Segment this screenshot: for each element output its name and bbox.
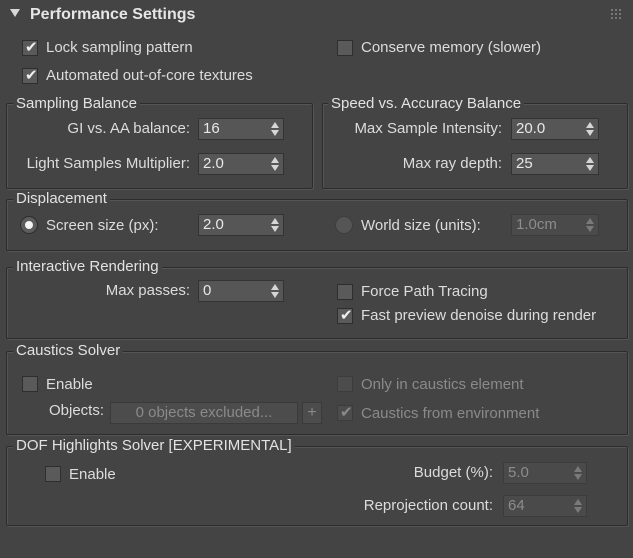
gi-aa-value: 16 [203, 120, 220, 137]
caustics-enable-label: Enable [46, 376, 93, 393]
max-passes-label: Max passes: [105, 282, 190, 299]
dof-enable-checkbox[interactable] [45, 466, 61, 482]
world-size-value: 1.0cm [516, 216, 557, 233]
conserve-memory-checkbox[interactable] [337, 40, 353, 56]
force-path-tracing-label: Force Path Tracing [361, 283, 488, 300]
caustics-enable-checkbox[interactable] [22, 376, 38, 392]
check-icon: ✔ [25, 39, 38, 56]
caustics-from-env-checkbox[interactable]: ✔ [337, 404, 353, 421]
max-ray-label: Max ray depth: [402, 155, 502, 172]
fast-preview-checkbox[interactable]: ✔ [337, 307, 353, 324]
speed-accuracy-title: Speed vs. Accuracy Balance [328, 95, 525, 113]
spinner-up-icon[interactable] [271, 157, 279, 163]
spinner-down-icon [574, 474, 582, 480]
spinner-down-icon[interactable] [271, 292, 279, 298]
world-size-label: World size (units): [361, 217, 481, 234]
panel-title: Performance Settings [30, 6, 196, 23]
spinner-up-icon[interactable] [586, 122, 594, 128]
radio-selected-dot [25, 221, 33, 229]
only-caustics-element-label: Only in caustics element [361, 376, 524, 393]
out-of-core-checkbox[interactable]: ✔ [22, 67, 38, 84]
reprojection-label: Reprojection count: [363, 497, 493, 514]
world-size-radio[interactable] [335, 216, 353, 234]
screen-size-spinner[interactable]: 2.0 [198, 214, 284, 236]
dof-enable-label: Enable [69, 466, 116, 483]
spinner-down-icon[interactable] [271, 165, 279, 171]
caustics-objects-label: Objects: [49, 402, 105, 419]
spinner-down-icon[interactable] [271, 226, 279, 232]
light-samples-value: 2.0 [203, 155, 224, 172]
gi-aa-spinner[interactable]: 16 [198, 118, 284, 140]
budget-value: 5.0 [508, 464, 529, 481]
caustics-from-env-label: Caustics from environment [361, 405, 540, 422]
screen-size-radio[interactable] [20, 216, 38, 234]
light-samples-spinner[interactable]: 2.0 [198, 153, 284, 175]
spinner-up-icon[interactable] [586, 157, 594, 163]
lock-sampling-checkbox[interactable]: ✔ [22, 39, 38, 56]
max-sample-value: 20.0 [516, 120, 546, 137]
spinner-down-icon[interactable] [271, 130, 279, 136]
max-passes-spinner[interactable]: 0 [198, 280, 284, 302]
spinner-up-icon [574, 499, 582, 505]
spinner-up-icon [574, 466, 582, 472]
fast-preview-label: Fast preview denoise during render [361, 307, 597, 324]
max-ray-spinner[interactable]: 25 [511, 153, 599, 175]
screen-size-value: 2.0 [203, 216, 224, 233]
screen-size-label: Screen size (px): [46, 217, 159, 234]
grip-icon[interactable] [611, 9, 621, 19]
reprojection-spinner[interactable]: 64 [503, 495, 587, 517]
light-samples-label: Light Samples Multiplier: [26, 155, 190, 172]
collapse-arrow-icon[interactable] [10, 9, 20, 17]
caustics-add-button[interactable]: + [302, 402, 322, 424]
lock-sampling-label: Lock sampling pattern [46, 39, 193, 56]
spinner-up-icon[interactable] [271, 284, 279, 290]
out-of-core-label: Automated out-of-core textures [46, 67, 253, 84]
gi-aa-label: GI vs. AA balance: [67, 120, 190, 137]
budget-label: Budget (%): [413, 464, 493, 481]
interactive-rendering-title: Interactive Rendering [13, 258, 162, 276]
caustics-objects-field[interactable]: 0 objects excluded... [110, 402, 298, 424]
displacement-title: Displacement [13, 190, 110, 208]
interactive-rendering-group [6, 267, 628, 339]
spinner-down-icon [586, 226, 594, 232]
conserve-memory-label: Conserve memory (slower) [361, 39, 542, 56]
spinner-up-icon [586, 218, 594, 224]
sampling-balance-title: Sampling Balance [13, 95, 140, 113]
only-caustics-element-checkbox[interactable] [337, 376, 353, 392]
budget-spinner[interactable]: 5.0 [503, 462, 587, 484]
spinner-up-icon[interactable] [271, 218, 279, 224]
check-icon: ✔ [340, 307, 353, 324]
caustics-solver-title: Caustics Solver [13, 342, 124, 360]
max-passes-value: 0 [203, 282, 212, 299]
panel-header[interactable]: Performance Settings [0, 0, 633, 34]
max-sample-spinner[interactable]: 20.0 [511, 118, 599, 140]
force-path-tracing-checkbox[interactable] [337, 284, 353, 300]
reprojection-value: 64 [508, 497, 525, 514]
world-size-spinner[interactable]: 1.0cm [511, 214, 599, 236]
dof-highlights-title: DOF Highlights Solver [EXPERIMENTAL] [13, 437, 295, 455]
max-ray-value: 25 [516, 155, 533, 172]
speed-accuracy-group [322, 103, 628, 189]
spinner-down-icon[interactable] [586, 165, 594, 171]
max-sample-label: Max Sample Intensity: [354, 120, 502, 137]
sampling-balance-group [6, 103, 313, 189]
check-icon: ✔ [25, 67, 38, 84]
check-icon: ✔ [340, 404, 353, 421]
spinner-down-icon [574, 507, 582, 513]
spinner-down-icon[interactable] [586, 130, 594, 136]
spinner-up-icon[interactable] [271, 122, 279, 128]
